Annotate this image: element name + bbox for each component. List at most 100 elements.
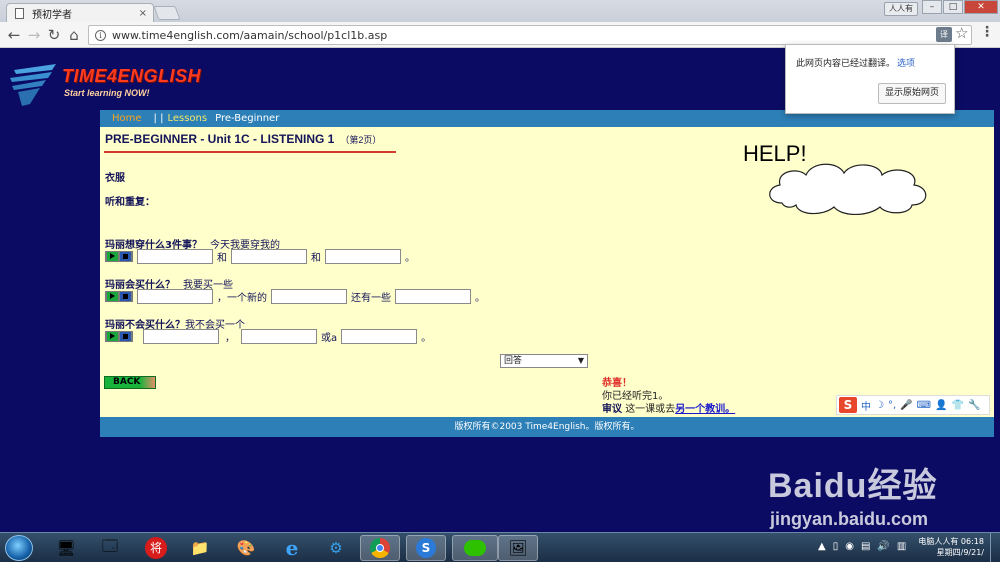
- tray-volume-icon[interactable]: 🔊: [877, 541, 889, 552]
- site-logo[interactable]: TIME4ENGLISH Start learning NOW!: [8, 58, 218, 108]
- tray-network-icon[interactable]: ▤: [861, 541, 870, 552]
- chrome-menu-icon[interactable]: ⋮: [980, 24, 994, 40]
- play-icon[interactable]: [107, 291, 118, 301]
- translate-popup: 此网页内容已经过翻译。 选项 显示原始网页: [785, 44, 955, 114]
- nav-home-link[interactable]: Home: [112, 113, 142, 124]
- help-cloud-icon[interactable]: [764, 159, 932, 215]
- answer-input[interactable]: [137, 288, 213, 304]
- play-icon[interactable]: [107, 251, 118, 261]
- dropdown-caret-icon: ▼: [577, 356, 584, 365]
- logo-swoosh-icon: [10, 64, 56, 106]
- forward-arrow-icon[interactable]: →: [24, 25, 44, 45]
- start-button[interactable]: [5, 535, 33, 561]
- answer-input[interactable]: [395, 288, 471, 304]
- watermark-domain: jingyan.baidu.com: [770, 509, 929, 529]
- bookmark-star-icon[interactable]: ☆: [955, 24, 968, 42]
- another-lesson-link[interactable]: 另一个教训。: [675, 404, 735, 415]
- desktop-icon[interactable]: 🖥: [46, 535, 86, 561]
- connector-word: 和: [217, 252, 227, 264]
- profile-button[interactable]: 人人有: [884, 2, 918, 16]
- taskbar-clock[interactable]: 电脑人人有 06:18 星期四/9/21/: [912, 536, 984, 558]
- ime-mode-chinese[interactable]: 中: [861, 398, 871, 413]
- lesson-content: PRE-BEGINNER - Unit 1C - LISTENING 1 （第2页…: [100, 127, 994, 417]
- translate-icon[interactable]: 译: [936, 27, 952, 42]
- stop-icon[interactable]: [120, 251, 131, 261]
- stop-icon[interactable]: [120, 291, 131, 301]
- congrats-message: 恭喜！ 你已经听完1。 审议 这一课或去另一个教训。: [602, 377, 735, 416]
- sogou-browser-icon[interactable]: S: [406, 535, 446, 561]
- tray-phone-icon[interactable]: ▯: [833, 541, 839, 552]
- chess-app-icon[interactable]: 将: [136, 535, 176, 561]
- ime-microphone-icon[interactable]: 🎤: [900, 400, 912, 411]
- help-label[interactable]: HELP!: [743, 141, 807, 167]
- tab-title: 预初学者: [32, 9, 72, 21]
- stop-icon[interactable]: [120, 331, 131, 341]
- url-text: www.time4english.com/aamain/school/p1cl1…: [112, 28, 388, 42]
- sogou-ime-icon[interactable]: S: [839, 397, 857, 413]
- paint-icon[interactable]: 🎨: [226, 535, 266, 561]
- answer-input[interactable]: [271, 288, 347, 304]
- wechat-icon[interactable]: [452, 535, 498, 561]
- tray-wechat-icon[interactable]: ◉: [845, 541, 854, 552]
- maximize-button[interactable]: □: [943, 0, 963, 14]
- translate-message: 此网页内容已经过翻译。: [796, 59, 896, 69]
- system-tray: ▲ ▯ ◉ ▤ 🔊 ▥: [818, 541, 906, 552]
- nav-separator: | |: [153, 113, 164, 124]
- close-window-button[interactable]: ✕: [964, 0, 998, 14]
- logo-title: TIME4ENGLISH: [62, 66, 202, 86]
- info-icon[interactable]: i: [95, 29, 106, 41]
- ime-punctuation-icon[interactable]: °,: [888, 400, 896, 411]
- ime-moon-icon[interactable]: ☽: [875, 400, 884, 411]
- nav-current-page: Pre-Beginner: [215, 113, 280, 124]
- tab-close-icon[interactable]: ×: [139, 8, 147, 19]
- browser-tab[interactable]: 预初学者 ×: [6, 3, 154, 22]
- answer-input[interactable]: [231, 248, 307, 264]
- answer-dropdown[interactable]: 回答 ▼: [500, 354, 588, 368]
- back-button[interactable]: BACK: [104, 376, 156, 389]
- answer-input[interactable]: [325, 248, 401, 264]
- ime-settings-icon[interactable]: 🔧: [968, 400, 980, 411]
- answer-input[interactable]: [143, 328, 219, 344]
- answer-input[interactable]: [137, 248, 213, 264]
- chrome-icon[interactable]: [360, 535, 400, 561]
- reload-icon[interactable]: ↻: [44, 25, 64, 45]
- clock-date: 星期四/9/21/: [936, 548, 984, 557]
- connector-word: 和: [311, 252, 321, 264]
- document-icon: [15, 7, 24, 19]
- ime-keyboard-icon[interactable]: ⌨: [917, 400, 931, 411]
- lesson-title-text: PRE-BEGINNER - Unit 1C - LISTENING 1: [105, 132, 335, 146]
- answer-row-1: 和 和 。: [105, 248, 419, 264]
- home-icon[interactable]: ⌂: [64, 25, 84, 45]
- web-page: TIME4ENGLISH Start learning NOW! Home | …: [0, 48, 1000, 532]
- screenshot-tool-icon[interactable]: 🖼: [498, 535, 538, 561]
- lesson-instruction: 听和重复：: [105, 197, 155, 208]
- ime-user-icon[interactable]: 👤: [935, 400, 947, 411]
- new-tab-button[interactable]: [153, 6, 181, 20]
- translate-options-link[interactable]: 选项: [897, 56, 915, 69]
- control-panel-icon[interactable]: 🗔: [90, 535, 130, 561]
- clock-time: 电脑人人有 06:18: [918, 537, 984, 546]
- review-link[interactable]: 审议: [602, 404, 622, 415]
- ie-browser-icon[interactable]: e: [272, 535, 312, 561]
- audio-player: [105, 330, 133, 342]
- congrats-actions: 审议 这一课或去另一个教训。: [602, 403, 735, 416]
- address-bar[interactable]: i www.time4english.com/aamain/school/p1c…: [88, 25, 972, 45]
- play-icon[interactable]: [107, 331, 118, 341]
- congrats-line: 你已经听完1。: [602, 391, 669, 402]
- minimize-button[interactable]: –: [922, 0, 942, 14]
- ime-skin-icon[interactable]: 👕: [952, 400, 964, 411]
- windows-taskbar: 🖥 🗔 将 📁 🎨 e ⚙ S 🖼 ▲ ▯ ◉ ▤ 🔊 ▥ 电脑人人有 06:1…: [0, 532, 1000, 562]
- folder-icon[interactable]: 📁: [180, 535, 220, 561]
- answer-input[interactable]: [341, 328, 418, 344]
- tray-arrow-icon[interactable]: ▲: [818, 541, 826, 552]
- browser-title-bar: 预初学者 × 人人有 – □ ✕: [0, 0, 1000, 22]
- back-arrow-icon[interactable]: ←: [4, 25, 24, 45]
- connector-word: 。: [421, 332, 432, 344]
- tray-signal-icon[interactable]: ▥: [897, 541, 906, 552]
- connector-word: 或a: [321, 332, 338, 344]
- answer-input[interactable]: [241, 328, 317, 344]
- settings-gear-icon[interactable]: ⚙: [316, 535, 356, 561]
- show-original-button[interactable]: 显示原始网页: [878, 83, 946, 104]
- show-desktop-button[interactable]: [990, 533, 1000, 562]
- nav-lessons-link[interactable]: Lessons: [167, 113, 207, 124]
